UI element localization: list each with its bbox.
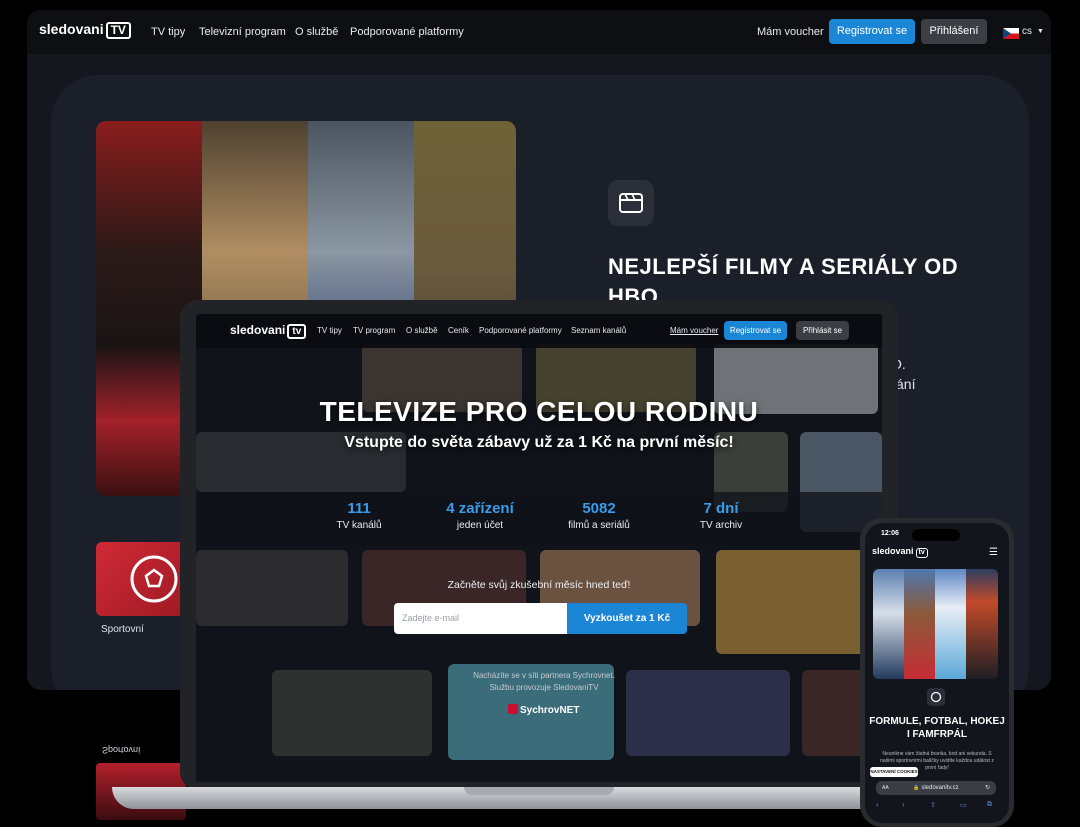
lock-icon: 🔒 [913, 785, 920, 791]
share-icon[interactable]: ⇧ [930, 801, 936, 809]
stat-value: 4 zařízení [446, 500, 514, 517]
stat-label: TV kanálů [336, 520, 382, 531]
stats-bar: 111 TV kanálů 4 zařízení jeden účet 5082 fi… [196, 492, 882, 546]
bookmarks-icon[interactable]: ▭ [960, 801, 967, 809]
logo-text: sledovani [39, 21, 104, 37]
try-button[interactable]: Vyzkoušet za 1 Kč [567, 603, 687, 634]
sport-category-tile[interactable] [96, 542, 186, 616]
partner-logo-text: SychrovNET [520, 705, 580, 716]
nav-seznam-kanalu[interactable]: Seznam kanálů [571, 326, 626, 335]
stat-value: 7 dní [703, 500, 739, 517]
nav-podporovane-platformy[interactable]: Podporované platformy [350, 26, 464, 38]
logo-tv-box: TV [105, 22, 131, 39]
browser-url-bar[interactable]: AA 🔒 sledovanitv.cz ↻ [876, 781, 996, 795]
partner-line-1: Nacházíte se v síti partnera Sychrovnet. [473, 671, 615, 680]
logo-text: sledovani [230, 323, 286, 337]
stat-label: filmů a seriálů [568, 520, 630, 531]
forward-icon[interactable]: › [902, 800, 905, 809]
stat-channels: 111 TV kanálů [294, 500, 424, 531]
football-icon [130, 555, 178, 603]
stat-devices: 4 zařízení jeden účet [415, 500, 545, 531]
status-time: 12:06 [881, 530, 899, 537]
language-select[interactable]: cs [1022, 26, 1032, 37]
poster-hockey [873, 569, 904, 679]
nav-tv-program[interactable]: TV program [353, 326, 395, 335]
reload-icon[interactable]: ↻ [985, 781, 990, 795]
reflected-sport-label: Sportovní [102, 745, 141, 755]
nav-tv-tipy[interactable]: TV tipy [151, 26, 185, 38]
sychrovnet-icon [508, 704, 518, 714]
voucher-link[interactable]: Mám voucher [757, 26, 824, 38]
desktop-navbar: sledovani TV TV tipy Televizní program O … [27, 10, 1051, 54]
laptop-logo[interactable]: sledovani tv [230, 323, 307, 339]
stat-titles: 5082 filmů a seriálů [534, 500, 664, 531]
nav-o-sluzbe[interactable]: O službě [295, 26, 338, 38]
stat-archive: 7 dní TV archiv [656, 500, 786, 531]
collage-tile [626, 670, 790, 756]
sport-category-label: Sportovní [101, 624, 144, 635]
collage-tile [716, 550, 882, 654]
partner-info: Nacházíte se v síti partnera Sychrovnet.… [454, 670, 634, 694]
register-button[interactable]: Registrovat se [724, 321, 787, 340]
poster-skiing [935, 569, 966, 679]
stat-value: 111 [347, 500, 371, 517]
stat-label: TV archiv [699, 520, 743, 531]
phone-logo[interactable]: sledovani tv [872, 546, 928, 558]
laptop-screen: sledovani tv TV tipy TV program O službě … [196, 314, 882, 782]
nav-cenik[interactable]: Ceník [448, 326, 469, 335]
dynamic-island [912, 529, 960, 541]
phone-heading: FORMULE, FOTBAL, HOKEJ I FAMFRPÁL [869, 716, 1005, 740]
reader-mode-button[interactable]: AA [882, 781, 889, 795]
trial-cta-text: Začněte svůj zkušební měsíc hned teď! [447, 579, 631, 591]
poster-football [904, 569, 935, 679]
poster-formula [966, 569, 998, 679]
logo-tv-box: tv [287, 324, 307, 339]
clapperboard-icon [608, 180, 654, 226]
sport-icon [927, 688, 945, 706]
laptop-notch [464, 787, 614, 795]
laptop-navbar: sledovani tv TV tipy TV program O službě … [196, 314, 882, 348]
czech-flag-icon[interactable] [1003, 26, 1019, 39]
stat-value: 5082 [582, 500, 616, 517]
back-icon[interactable]: ‹ [876, 800, 879, 809]
tabs-icon[interactable]: ⧉ [987, 801, 992, 809]
desktop-logo[interactable]: sledovani TV [39, 21, 131, 39]
logo-text: sledovani [872, 546, 914, 556]
login-button[interactable]: Přihlášení [921, 19, 987, 44]
hero-subtitle: Vstupte do světa zábavy už za 1 Kč na pr… [344, 434, 734, 451]
hero-title: TELEVIZE PRO CELOU RODINU [319, 396, 759, 427]
logo-tv-box: tv [915, 548, 928, 558]
url-text: sledovanitv.cz [921, 785, 959, 791]
stat-label: jeden účet [456, 520, 504, 531]
browser-toolbar: ‹ › ⇧ ▭ ⧉ [872, 799, 1002, 813]
collage-tile [272, 670, 432, 756]
chevron-down-icon[interactable]: ▼ [1037, 28, 1044, 35]
email-input[interactable]: Zadejte e-mail [394, 603, 568, 634]
sport-posters [873, 569, 998, 679]
nav-o-sluzbe[interactable]: O službě [406, 326, 438, 335]
nav-podporovane-platformy[interactable]: Podporované platformy [479, 326, 562, 335]
voucher-link[interactable]: Mám voucher [670, 326, 718, 335]
nav-tv-tipy[interactable]: TV tipy [317, 326, 342, 335]
register-button[interactable]: Registrovat se [829, 19, 915, 44]
nav-televizni-program[interactable]: Televizní program [199, 26, 286, 38]
partner-logo[interactable]: SychrovNET [508, 704, 579, 716]
cookie-settings-button[interactable]: NASTAVENÍ COOKIES [870, 767, 918, 777]
partner-line-2: Službu provozuje SledovaniTV [489, 683, 599, 692]
hamburger-menu-icon[interactable]: ☰ [989, 547, 998, 558]
login-button[interactable]: Přihlásit se [796, 321, 849, 340]
